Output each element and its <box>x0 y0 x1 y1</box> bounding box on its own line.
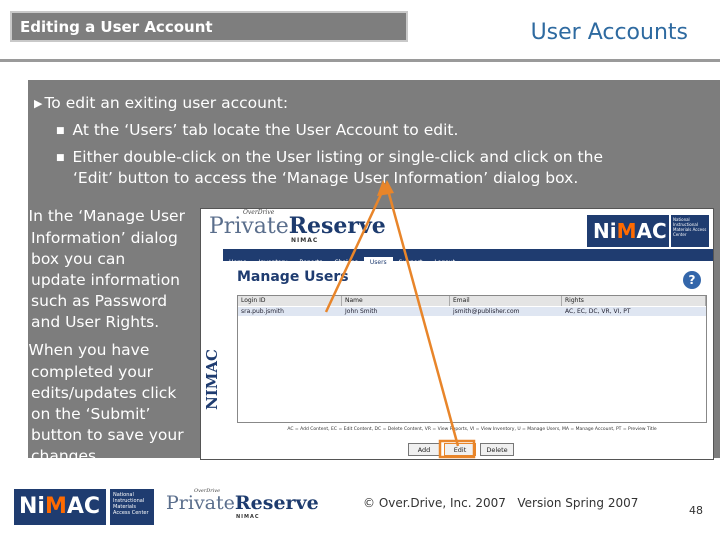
table-cell: jsmith@publisher.com <box>453 308 520 315</box>
square-bullet-icon: ■ <box>12 212 21 222</box>
bullet-line: Information’ dialog <box>31 229 178 247</box>
logo-part: Ni <box>19 494 45 519</box>
page-title: Manage Users <box>237 269 349 285</box>
bullet-line: In the ‘Manage User <box>28 207 185 225</box>
nav-choices[interactable]: Choices <box>328 257 363 269</box>
nav-support[interactable]: Support <box>393 257 429 269</box>
square-bullet-icon: ■ <box>56 153 65 163</box>
section-tag-label: Editing a User Account <box>20 18 213 36</box>
overdrive-wordmark: OverDrive <box>194 488 221 494</box>
logo-part: AC <box>636 219 667 243</box>
square-bullet-icon: ■ <box>56 126 65 136</box>
intro-bullet: ▶ To edit an exiting user account: <box>34 93 288 114</box>
nav-logout[interactable]: Logout <box>428 257 461 269</box>
bullet-line: button to save your <box>31 426 184 444</box>
nimac-logo: NiMAC <box>587 215 669 247</box>
bullet-line: and User Rights. <box>31 313 160 331</box>
logo-part: Ni <box>593 219 617 243</box>
bullet-line: on the ‘Submit’ <box>31 405 151 423</box>
nav-home[interactable]: Home <box>223 257 253 269</box>
logo-part: M <box>44 494 67 519</box>
sub-bullet-2: ■ Either double-click on the User listing… <box>56 147 603 169</box>
rights-legend: AC = Add Content, EC = Edit Content, DC … <box>287 427 657 432</box>
app-nav-bar: Home Inventory Reports Choices Users Support L… <box>223 249 713 269</box>
bullet-line: completed your <box>31 363 154 381</box>
bullet-line: changes. <box>31 447 102 465</box>
side-strip: NIMAC <box>201 261 223 459</box>
bullet-line: such as Password <box>31 292 168 310</box>
nav-users[interactable]: Users <box>363 257 393 269</box>
table-cell: sra.pub.jsmith <box>241 308 284 315</box>
users-table: Login ID Name Email Rights sra.pub.jsmit… <box>237 295 707 423</box>
logo-word-private: Private <box>166 492 235 514</box>
table-cell: AC, EC, DC, VR, VI, PT <box>565 308 631 315</box>
bullet-line: When you have <box>28 341 150 359</box>
column-header[interactable]: Rights <box>562 296 706 306</box>
bullet-submit: ■ When you have completed your edits/upda… <box>12 340 212 467</box>
triangle-bullet-icon: ▶ <box>34 97 43 110</box>
logo-word-reserve: Reserve <box>288 213 386 239</box>
logo-word-private: Private <box>209 214 289 239</box>
logo-part: M <box>616 219 637 243</box>
intro-text: To edit an exiting user account: <box>44 94 289 112</box>
footer-nimac-logo: NiMAC <box>14 489 106 525</box>
logo-part: AC <box>66 494 101 519</box>
bullet-line: box you can <box>31 250 126 268</box>
bullet-manage-user: ■ In the ‘Manage User Information’ dialog… <box>12 206 212 333</box>
edit-button[interactable]: Edit <box>444 443 476 456</box>
sub-bullet-text: Either double-click on the User listing … <box>72 148 603 166</box>
side-label: NIMAC <box>203 349 221 410</box>
add-button[interactable]: Add <box>408 443 440 456</box>
nav-inventory[interactable]: Inventory <box>253 257 294 269</box>
column-header[interactable]: Name <box>342 296 450 306</box>
section-tag: Editing a User Account <box>10 11 408 42</box>
nimac-tagline: National Instructional Materials Access … <box>671 215 709 247</box>
column-header[interactable]: Email <box>450 296 562 306</box>
delete-button[interactable]: Delete <box>480 443 514 456</box>
square-bullet-icon: ■ <box>12 346 21 356</box>
private-reserve-logo: OverDrive PrivateReserve <box>209 209 386 239</box>
bullet-line: update information <box>31 271 180 289</box>
copyright-text: © Over.Drive, Inc. 2007 Version Spring 2… <box>363 496 639 510</box>
app-header: OverDrive PrivateReserve NIMAC NiMAC Nati… <box>201 209 713 249</box>
footer-private-reserve-logo: OverDrive PrivateReserve <box>166 488 319 514</box>
table-cell: John Smith <box>345 308 378 315</box>
logo-subtitle: NIMAC <box>291 237 319 244</box>
sub-bullet-2-cont: ‘Edit’ button to access the ‘Manage User… <box>73 169 579 187</box>
overdrive-wordmark: OverDrive <box>243 209 275 216</box>
bullet-line: edits/updates click <box>31 384 177 402</box>
sub-bullet-1: ■ At the ‘Users’ tab locate the User Acco… <box>56 120 458 142</box>
footer-nimac-tagline: National Instructional Materials Access … <box>110 489 154 525</box>
manage-users-screenshot: OverDrive PrivateReserve NIMAC NiMAC Nati… <box>200 208 714 460</box>
header-divider <box>0 59 720 62</box>
nav-reports[interactable]: Reports <box>293 257 328 269</box>
logo-word-reserve: Reserve <box>234 492 319 514</box>
sub-bullet-text: At the ‘Users’ tab locate the User Accou… <box>72 121 459 139</box>
help-icon[interactable]: ? <box>683 271 701 289</box>
column-header[interactable]: Login ID <box>238 296 342 306</box>
footer-logo-subtitle: NIMAC <box>236 514 260 520</box>
page-number: 48 <box>689 504 703 517</box>
slide-title: User Accounts <box>530 20 688 45</box>
